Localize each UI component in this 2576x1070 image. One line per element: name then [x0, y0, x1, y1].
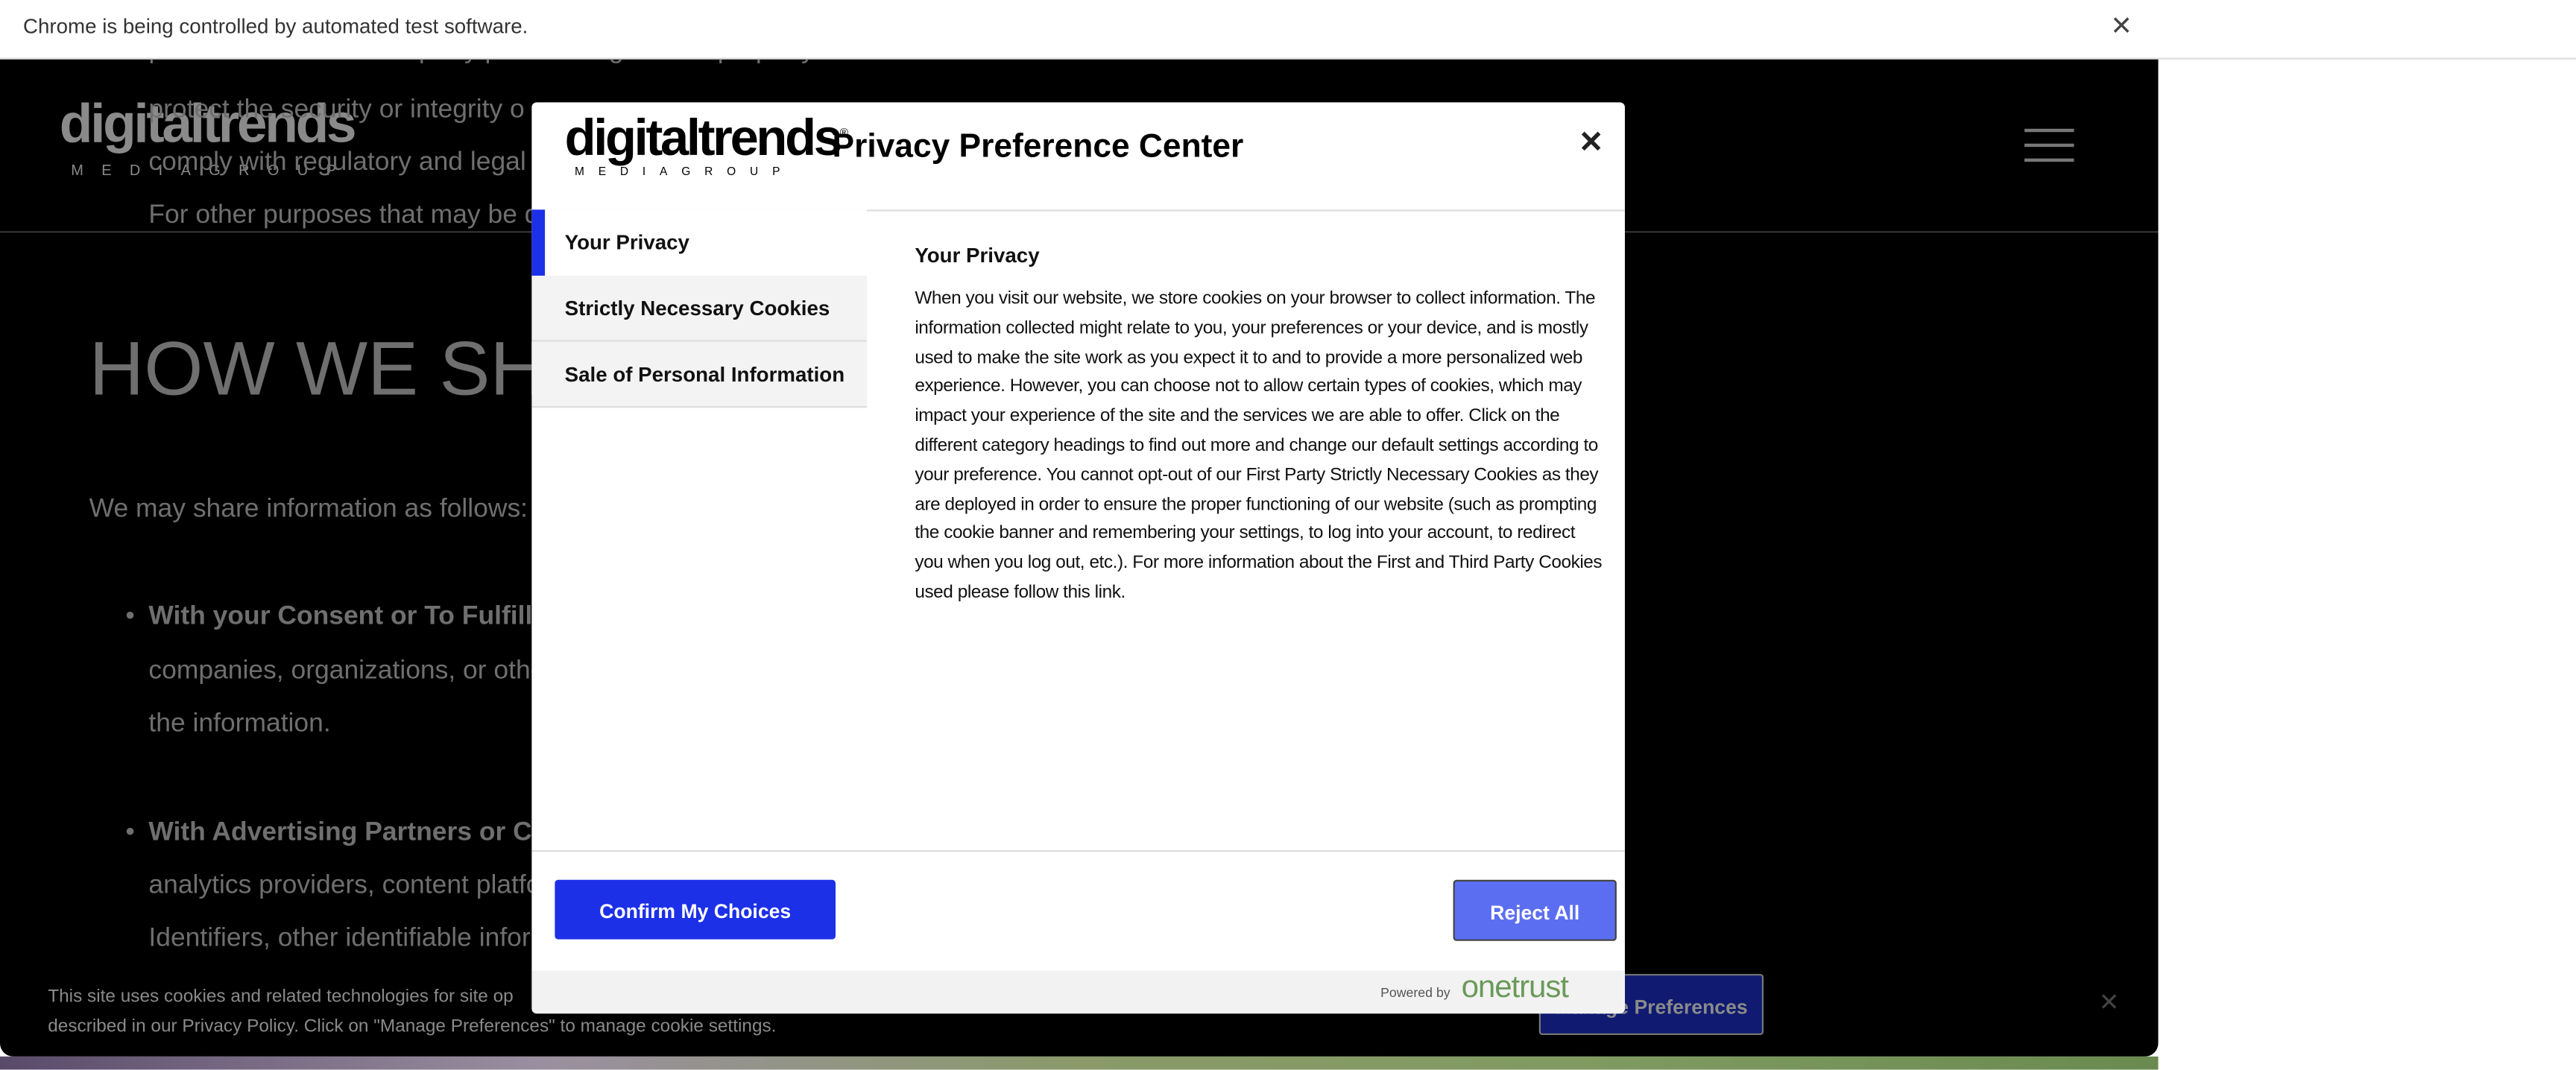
- bullet-dot: •: [125, 818, 135, 847]
- tab-strictly-necessary-cookies[interactable]: Strictly Necessary Cookies: [531, 275, 868, 342]
- powered-by-text: Powered by: [1380, 985, 1450, 1001]
- content-body: When you visit our website, we store coo…: [915, 288, 1603, 603]
- list-item-text: analytics providers, content platfo: [148, 871, 541, 900]
- dialog-title: Privacy Preference Center: [832, 128, 1244, 165]
- desktop-background: [0, 1056, 2159, 1070]
- bullet-text: comply with regulatory and legal: [148, 148, 526, 177]
- intro-text: We may share information as follows:: [89, 495, 528, 524]
- tab-sale-of-personal-information[interactable]: Sale of Personal Information: [531, 341, 868, 408]
- close-icon[interactable]: ✕: [1579, 125, 1603, 160]
- powered-by-footer: Powered by onetrust: [531, 970, 1625, 1014]
- logo-subtitle: MEDIAGROUP: [574, 166, 795, 179]
- list-item-title: With Advertising Partners or C: [148, 818, 532, 847]
- automation-infobar: Chrome is being controlled by automated …: [0, 0, 2576, 60]
- content-title: Your Privacy: [915, 244, 1040, 268]
- screen: Chrome is being controlled by automated …: [0, 0, 2576, 1070]
- onetrust-logo[interactable]: onetrust: [1462, 971, 1569, 1007]
- reject-all-button[interactable]: Reject All: [1453, 879, 1617, 941]
- hamburger-menu-icon[interactable]: [2024, 128, 2074, 162]
- banner-text: described in our Privacy Policy. Click o…: [48, 1016, 777, 1037]
- infobar-message: Chrome is being controlled by automated …: [23, 14, 528, 38]
- list-item-text: the information.: [148, 709, 331, 738]
- divider: [531, 849, 1625, 852]
- list-item-text: companies, organizations, or othe: [148, 656, 546, 686]
- privacy-preference-center-dialog: digitaltrends® MEDIAGROUP Privacy Prefer…: [531, 102, 1625, 1014]
- tab-label: Sale of Personal Information: [564, 363, 845, 387]
- close-icon[interactable]: ✕: [2099, 987, 2120, 1017]
- tab-your-privacy[interactable]: Your Privacy: [531, 209, 868, 276]
- dialog-header: digitaltrends® MEDIAGROUP Privacy Prefer…: [531, 102, 1625, 212]
- digitaltrends-logo: digitaltrends®: [564, 109, 848, 167]
- close-icon[interactable]: ✕: [2110, 10, 2133, 42]
- confirm-my-choices-button[interactable]: Confirm My Choices: [555, 879, 836, 940]
- bullet-dot: •: [125, 602, 135, 631]
- bullet-text: protect the security or integrity o: [148, 95, 525, 124]
- list-item-title: With your Consent or To Fulfill: [148, 602, 533, 631]
- bullet-text: For other purposes that may be d: [148, 201, 540, 229]
- section-heading: HOW WE SHA: [89, 325, 596, 411]
- active-indicator: [531, 209, 546, 276]
- banner-text: This site uses cookies and related techn…: [48, 987, 514, 1007]
- tab-label: Strictly Necessary Cookies: [564, 297, 830, 320]
- tab-label: Your Privacy: [564, 231, 689, 255]
- list-item-text: Identifiers, other identifiable infor: [148, 924, 531, 953]
